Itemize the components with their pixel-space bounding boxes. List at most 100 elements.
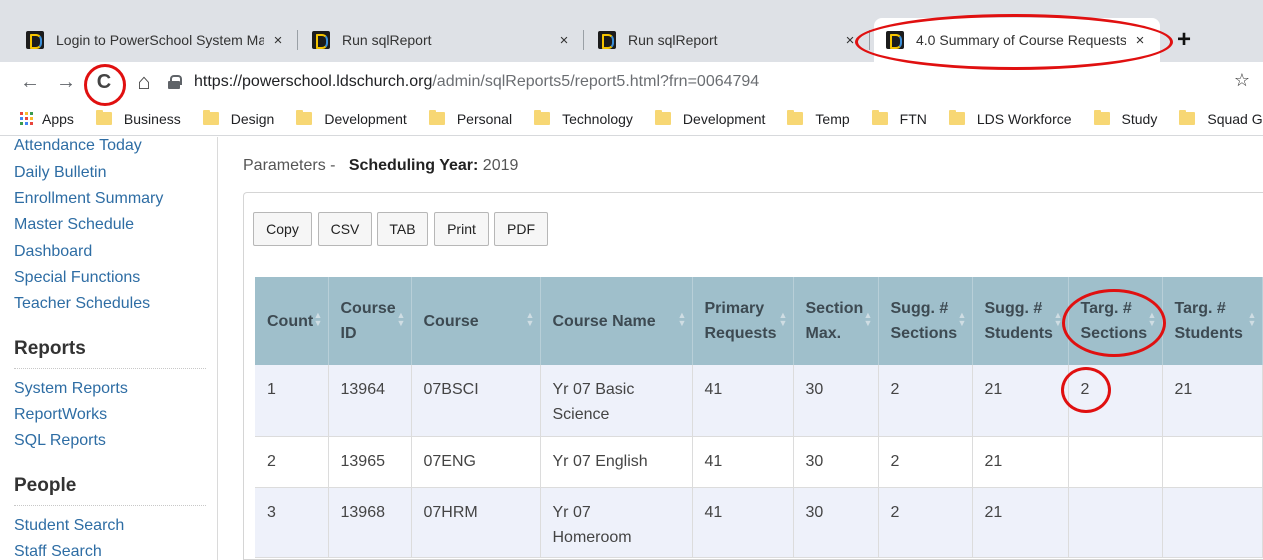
sidebar-link-attendance-today[interactable]: Attendance Today xyxy=(14,137,142,155)
column-header[interactable]: Course ID ▲▼ xyxy=(328,277,412,365)
address-bar[interactable]: https://powerschool.ldschurch.org /admin… xyxy=(168,66,1258,98)
folder-icon xyxy=(1179,110,1196,125)
sidebar-link-student-search[interactable]: Student Search xyxy=(14,517,124,535)
sidebar-heading-reports: Reports xyxy=(14,338,86,359)
scheduling-year-label: Scheduling Year: xyxy=(348,157,479,174)
sort-arrows-icon[interactable]: ▲▼ xyxy=(1054,311,1063,328)
browser-toolbar: ← → C ⌂ https://powerschool.ldschurch.or… xyxy=(0,62,1263,102)
sort-arrows-icon[interactable]: ▲▼ xyxy=(1248,311,1257,328)
sort-arrows-icon[interactable]: ▲▼ xyxy=(314,311,323,328)
sidebar-link-special-functions[interactable]: Special Functions xyxy=(14,269,140,287)
browser-tab-bar: Login to PowerSchool System Ma × Run sql… xyxy=(0,0,1263,62)
browser-tab[interactable]: Login to PowerSchool System Ma × xyxy=(14,18,298,62)
sidebar-link-sql-reports[interactable]: SQL Reports xyxy=(14,432,106,450)
copy-button[interactable]: Copy xyxy=(253,212,312,246)
cell-text: 2 xyxy=(1080,381,1090,398)
cell-text: 21 xyxy=(984,503,1003,521)
column-header[interactable]: Sugg. # Sections ▲▼ xyxy=(878,277,973,365)
tab-close-icon[interactable]: × xyxy=(842,32,858,49)
sidebar-divider xyxy=(14,368,206,369)
cell-text: 30 xyxy=(805,381,824,398)
bookmark-star-icon[interactable]: ☆ xyxy=(1234,70,1250,91)
forward-icon[interactable]: → xyxy=(52,68,80,96)
sort-arrows-icon[interactable]: ▲▼ xyxy=(958,311,967,328)
column-header[interactable]: Targ. # Students ▲▼ xyxy=(1162,277,1263,365)
sidebar-link-dashboard[interactable]: Dashboard xyxy=(14,243,92,261)
bookmark-folder[interactable]: FTN xyxy=(871,110,927,127)
column-header[interactable]: Course ▲▼ xyxy=(411,277,541,365)
pdf-button[interactable]: PDF xyxy=(494,212,548,246)
column-header[interactable]: Targ. # Sections ▲▼ xyxy=(1068,277,1163,365)
column-header-label: Course xyxy=(340,300,396,317)
csv-button[interactable]: CSV xyxy=(318,212,372,246)
sidebar-link-reportworks[interactable]: ReportWorks xyxy=(14,406,107,424)
column-header[interactable]: Section Max. ▲▼ xyxy=(793,277,879,365)
folder-icon xyxy=(428,110,445,125)
tab-close-icon[interactable]: × xyxy=(1132,32,1148,49)
browser-tab[interactable]: Run sqlReport × xyxy=(300,18,584,62)
bookmark-folder[interactable]: Design xyxy=(202,110,275,127)
column-header[interactable]: Sugg. # Students ▲▼ xyxy=(972,277,1069,365)
bookmark-label: Apps xyxy=(42,110,74,127)
bookmark-folder[interactable]: Temp xyxy=(787,110,850,127)
cell-text: 07ENG xyxy=(423,452,476,470)
folder-icon xyxy=(95,110,112,125)
sort-arrows-icon[interactable]: ▲▼ xyxy=(397,311,406,328)
table-cell: 07BSCI xyxy=(411,365,541,437)
table-cell: 30 xyxy=(793,365,879,437)
column-header[interactable]: Count ▲▼ xyxy=(255,277,329,365)
cell-text: 1 xyxy=(267,381,276,398)
lock-icon xyxy=(168,75,182,89)
table-row[interactable]: 2 13965 07ENG Yr 07 English 41 30 2 21 xyxy=(255,436,1263,488)
tab-close-icon[interactable]: × xyxy=(270,32,286,49)
table-row[interactable]: 3 13968 07HRM Yr 07 Homeroom 41 30 2 21 xyxy=(255,487,1263,558)
sort-arrows-icon[interactable]: ▲▼ xyxy=(779,311,788,328)
tab-close-icon[interactable]: × xyxy=(556,32,572,49)
column-header-label: Targ. # xyxy=(1080,300,1132,317)
sidebar-link-teacher-schedules[interactable]: Teacher Schedules xyxy=(14,295,150,313)
bookmark-folder[interactable]: Squad Go xyxy=(1179,110,1263,127)
course-requests-table: Count ▲▼ Course ID ▲▼ Course ▲▼ Course Name ▲▼ Pr… xyxy=(255,277,1263,558)
table-row[interactable]: 1 13964 07BSCI Yr 07 Basic Science 41 30 2 21 2 21 xyxy=(255,365,1263,437)
cell-text: 07BSCI xyxy=(423,381,479,398)
print-button[interactable]: Print xyxy=(434,212,489,246)
sort-arrows-icon[interactable]: ▲▼ xyxy=(526,311,535,328)
sort-arrows-icon[interactable]: ▲▼ xyxy=(678,311,687,328)
column-header[interactable]: Course Name ▲▼ xyxy=(540,277,693,365)
bookmark-label: Technology xyxy=(562,110,633,127)
new-tab-button[interactable]: + xyxy=(1170,26,1198,54)
cell-text: 13968 xyxy=(340,503,386,521)
table-cell: Yr 07 English xyxy=(540,436,693,488)
cell-text: 21 xyxy=(984,452,1003,470)
bookmark-folder[interactable]: Study xyxy=(1093,110,1157,127)
back-icon[interactable]: ← xyxy=(16,68,44,96)
bookmark-folder[interactable]: Development xyxy=(296,110,407,127)
browser-tab[interactable]: Run sqlReport × xyxy=(586,18,870,62)
column-header-label: Targ. # xyxy=(1174,300,1226,317)
sidebar-link-enrollment-summary[interactable]: Enrollment Summary xyxy=(14,190,163,208)
bookmark-folder[interactable]: LDS Workforce xyxy=(948,110,1072,127)
bookmark-label: Design xyxy=(230,110,275,127)
column-header-label: Sugg. # xyxy=(890,300,949,317)
column-header-label: Count xyxy=(267,312,314,330)
sort-arrows-icon[interactable]: ▲▼ xyxy=(864,311,873,328)
tab-button[interactable]: TAB xyxy=(377,212,428,246)
sidebar-link-daily-bulletin[interactable]: Daily Bulletin xyxy=(14,164,106,182)
sidebar-link-staff-search[interactable]: Staff Search xyxy=(14,543,102,560)
browser-tab-active[interactable]: 4.0 Summary of Course Requests × xyxy=(874,18,1160,62)
bookmark-folder[interactable]: Business xyxy=(95,110,181,127)
bookmark-folder[interactable]: Personal xyxy=(428,110,512,127)
sidebar-link-system-reports[interactable]: System Reports xyxy=(14,380,128,398)
sidebar-link-master-schedule[interactable]: Master Schedule xyxy=(14,216,134,234)
column-header-label: Requests xyxy=(704,325,777,342)
sort-arrows-icon[interactable]: ▲▼ xyxy=(1148,311,1157,328)
column-header[interactable]: Primary Requests ▲▼ xyxy=(692,277,794,365)
table-cell: 21 xyxy=(972,487,1069,558)
bookmark-folder[interactable]: Development xyxy=(654,110,765,127)
home-icon[interactable]: ⌂ xyxy=(130,68,158,96)
cell-text: 2 xyxy=(267,452,276,470)
reload-icon[interactable]: C xyxy=(90,68,118,96)
bookmark-apps[interactable]: Apps xyxy=(12,111,74,127)
bookmark-folder[interactable]: Technology xyxy=(534,110,633,127)
column-header-label: Primary xyxy=(704,300,765,317)
